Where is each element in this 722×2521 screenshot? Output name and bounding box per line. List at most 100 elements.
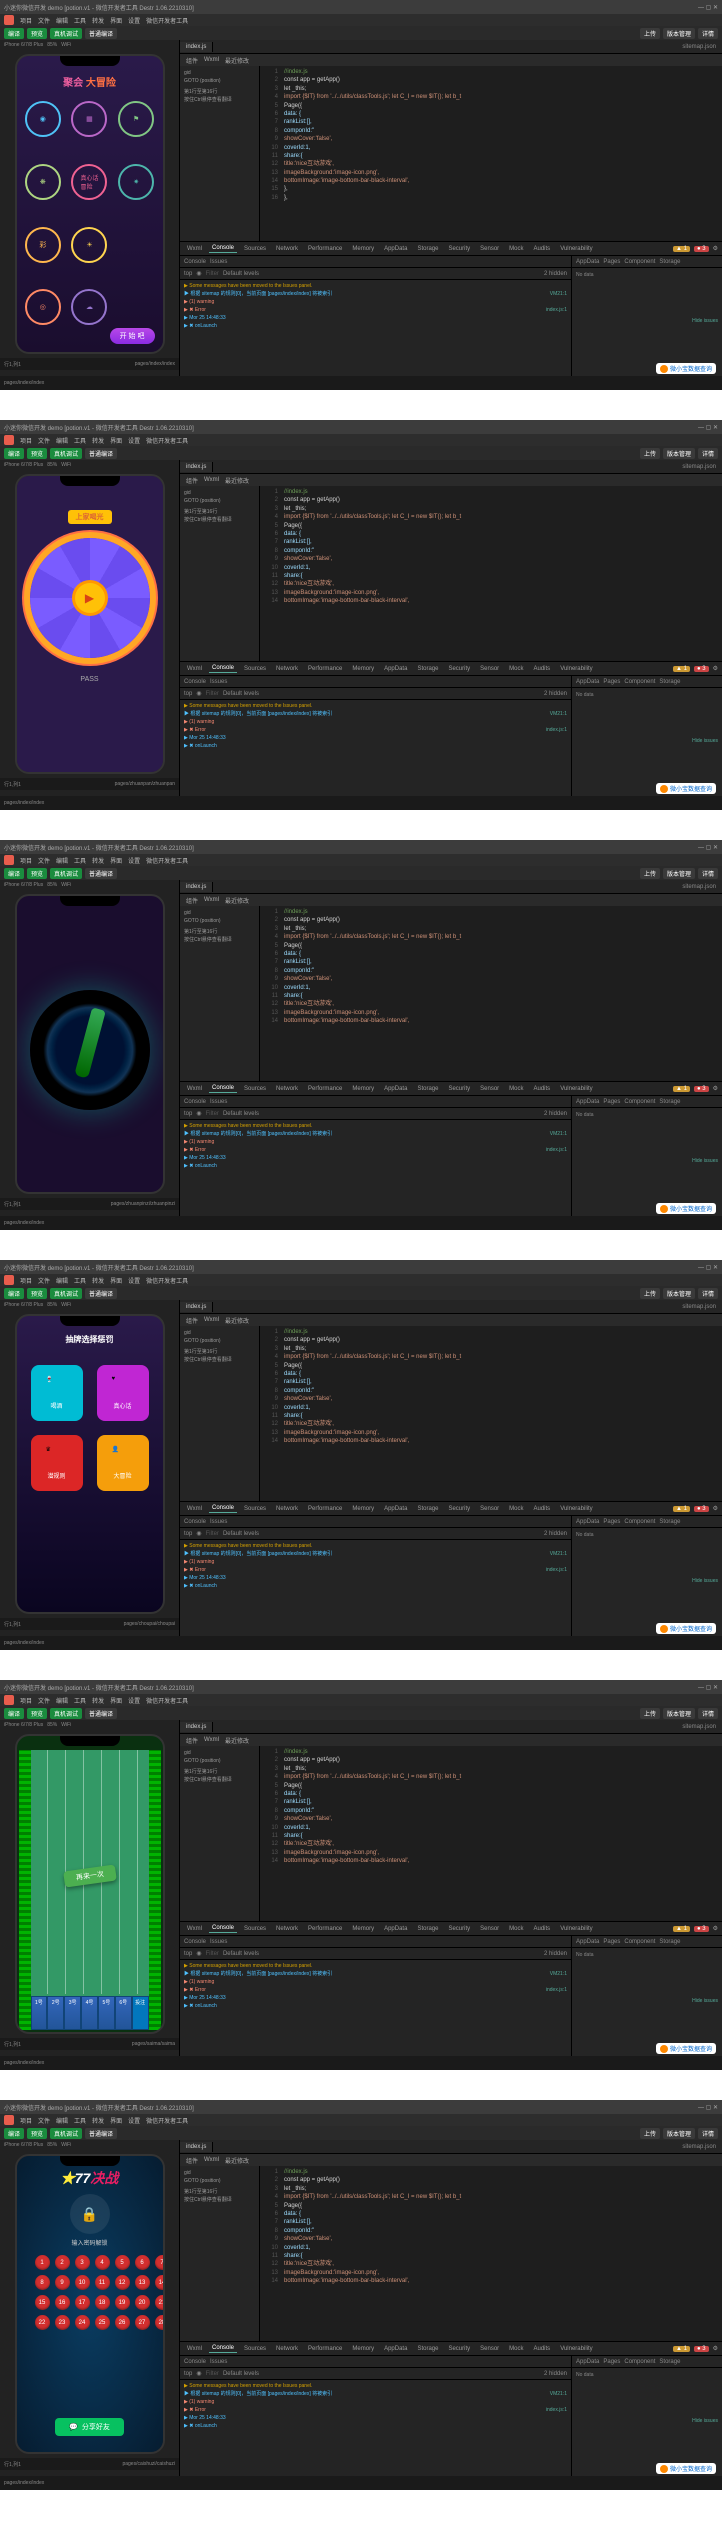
network-select[interactable]: WiFi xyxy=(61,42,71,48)
code-editor[interactable]: 1//index.js 2const app = getApp() 3let _… xyxy=(260,486,722,661)
rp-tab[interactable]: Pages xyxy=(603,259,620,265)
number-button[interactable]: 6 xyxy=(135,2255,150,2270)
race-track[interactable]: 再来一次 1号 2号 3号 4号 5号 6号 投注 xyxy=(19,1750,161,2030)
sub-tab[interactable]: Wxml xyxy=(204,57,219,63)
dt-tab-mock[interactable]: Mock xyxy=(506,245,526,253)
dt-tab-vuln[interactable]: Vulnerability xyxy=(557,245,595,253)
dt-tab-wxml[interactable]: Wxml xyxy=(184,245,205,253)
details-button[interactable]: 详情 xyxy=(698,28,718,39)
dt-tab-memory[interactable]: Memory xyxy=(349,245,377,253)
gear-icon[interactable]: ⚙ xyxy=(713,1505,718,1512)
replay-button[interactable]: 再来一次 xyxy=(63,1864,117,1887)
horse-btn[interactable]: 6号 xyxy=(115,1996,132,2030)
menu-view[interactable]: 界面 xyxy=(110,16,122,25)
sub-tab[interactable]: 组件 xyxy=(186,56,198,65)
dt-tab-console[interactable]: Console xyxy=(209,244,237,253)
number-button[interactable]: 19 xyxy=(115,2295,130,2310)
editor-tab[interactable]: index.js xyxy=(180,42,213,52)
remote-debug-button[interactable]: 真机调试 xyxy=(50,28,82,39)
game-item[interactable]: ◉ xyxy=(25,101,61,137)
menu-project[interactable]: 项目 xyxy=(20,16,32,25)
number-button[interactable]: 24 xyxy=(75,2315,90,2330)
upload-button[interactable]: 上传 xyxy=(640,28,660,39)
horse-btn[interactable]: 5号 xyxy=(98,1996,115,2030)
number-button[interactable]: 26 xyxy=(115,2315,130,2330)
number-button[interactable]: 11 xyxy=(95,2275,110,2290)
start-button[interactable]: 开 始 吧 xyxy=(110,328,155,344)
wechat-share-button[interactable]: 💬分享好友 xyxy=(55,2418,124,2436)
game-item[interactable]: ☁ xyxy=(71,289,107,325)
number-button[interactable]: 25 xyxy=(95,2315,110,2330)
phone-simulator[interactable]: ★77决战 🔒 输入密码解锁 1234567891011121314151617… xyxy=(15,2154,165,2454)
zoom-select[interactable]: 85% xyxy=(47,42,57,48)
compile-button[interactable]: 编译 xyxy=(4,28,24,39)
console-tab[interactable]: Console xyxy=(184,259,206,265)
version-button[interactable]: 版本管理 xyxy=(663,28,695,39)
dt-tab-storage[interactable]: Storage xyxy=(414,245,441,253)
code-editor[interactable]: 1//index.js 2const app = getApp() 3let _… xyxy=(260,66,722,241)
game-item[interactable]: ✷ xyxy=(118,164,154,200)
bottle-spinner[interactable] xyxy=(30,990,150,1110)
number-button[interactable]: 27 xyxy=(135,2315,150,2330)
number-button[interactable]: 2 xyxy=(55,2255,70,2270)
console-output[interactable]: ▶ Some messages have been moved to the I… xyxy=(180,280,571,376)
window-controls[interactable]: — ▢ ✕ xyxy=(698,4,718,11)
number-button[interactable]: 8 xyxy=(35,2275,50,2290)
number-button[interactable]: 7 xyxy=(155,2255,165,2270)
phone-simulator[interactable] xyxy=(15,894,165,1194)
menu-file[interactable]: 文件 xyxy=(38,16,50,25)
rp-tab[interactable]: Component xyxy=(624,259,655,265)
number-button[interactable]: 9 xyxy=(55,2275,70,2290)
number-button[interactable]: 23 xyxy=(55,2315,70,2330)
hidden-link[interactable]: 2 hidden xyxy=(544,271,567,277)
menu-help[interactable]: 微信开发者工具 xyxy=(146,16,188,25)
number-button[interactable]: 14 xyxy=(155,2275,165,2290)
gear-icon[interactable]: ⚙ xyxy=(713,2345,718,2352)
game-item[interactable]: 彩 xyxy=(25,227,61,263)
card-rule[interactable]: ♛潜规则 xyxy=(31,1435,83,1491)
game-item[interactable]: ▦ xyxy=(71,101,107,137)
err-badge[interactable]: ● 3 xyxy=(694,246,709,252)
device-select[interactable]: iPhone 6/7/8 Plus xyxy=(4,42,43,48)
number-button[interactable]: 28 xyxy=(155,2315,165,2330)
game-item[interactable]: ☀ xyxy=(71,227,107,263)
lock-icon[interactable]: 🔒 xyxy=(70,2194,110,2234)
number-button[interactable]: 21 xyxy=(155,2295,165,2310)
phone-simulator[interactable]: 抽牌选择惩罚 🍷喝酒 ♥真心话 ♛潜规则 👤大冒险 xyxy=(15,1314,165,1614)
phone-simulator[interactable]: 聚会 大冒险 ◉ ▦ ⚑ ❋ 真心话冒险 ✷ 彩 ☀ ◎ ☁ xyxy=(15,54,165,354)
menu-settings[interactable]: 设置 xyxy=(128,16,140,25)
dt-tab-audits[interactable]: Audits xyxy=(531,245,554,253)
gear-icon[interactable]: ⚙ xyxy=(713,1925,718,1932)
number-button[interactable]: 5 xyxy=(115,2255,130,2270)
phone-simulator[interactable]: 再来一次 1号 2号 3号 4号 5号 6号 投注 xyxy=(15,1734,165,2034)
spin-wheel[interactable] xyxy=(30,538,150,658)
horse-btn[interactable]: 2号 xyxy=(47,1996,64,2030)
issues-tab[interactable]: Issues xyxy=(210,259,227,265)
number-button[interactable]: 1 xyxy=(35,2255,50,2270)
sitemap-tab[interactable]: sitemap.json xyxy=(676,42,722,52)
number-button[interactable]: 10 xyxy=(75,2275,90,2290)
dt-tab-sources[interactable]: Sources xyxy=(241,245,269,253)
menu-tools[interactable]: 工具 xyxy=(74,16,86,25)
horse-btn[interactable]: 3号 xyxy=(64,1996,81,2030)
card-truth[interactable]: ♥真心话 xyxy=(97,1365,149,1421)
levels-select[interactable]: Default levels xyxy=(223,271,259,277)
number-button[interactable]: 15 xyxy=(35,2295,50,2310)
number-button[interactable]: 3 xyxy=(75,2255,90,2270)
number-button[interactable]: 4 xyxy=(95,2255,110,2270)
rp-tab[interactable]: Storage xyxy=(659,259,680,265)
card-dare[interactable]: 👤大冒险 xyxy=(97,1435,149,1491)
number-button[interactable]: 22 xyxy=(35,2315,50,2330)
dt-tab-sensor[interactable]: Sensor xyxy=(477,245,502,253)
compile-mode-select[interactable]: 普通编译 xyxy=(85,28,117,39)
phone-simulator[interactable]: 上家喝光 PASS xyxy=(15,474,165,774)
gear-icon[interactable]: ⚙ xyxy=(713,245,718,252)
number-button[interactable]: 13 xyxy=(135,2275,150,2290)
sub-tab[interactable]: 最近修改 xyxy=(225,56,249,65)
bet-btn[interactable]: 投注 xyxy=(132,1996,149,2030)
dt-tab-security[interactable]: Security xyxy=(445,245,473,253)
gear-icon[interactable]: ⚙ xyxy=(713,1085,718,1092)
dt-tab-network[interactable]: Network xyxy=(273,245,301,253)
game-item[interactable]: 真心话冒险 xyxy=(71,164,107,200)
preview-button[interactable]: 预览 xyxy=(27,28,47,39)
